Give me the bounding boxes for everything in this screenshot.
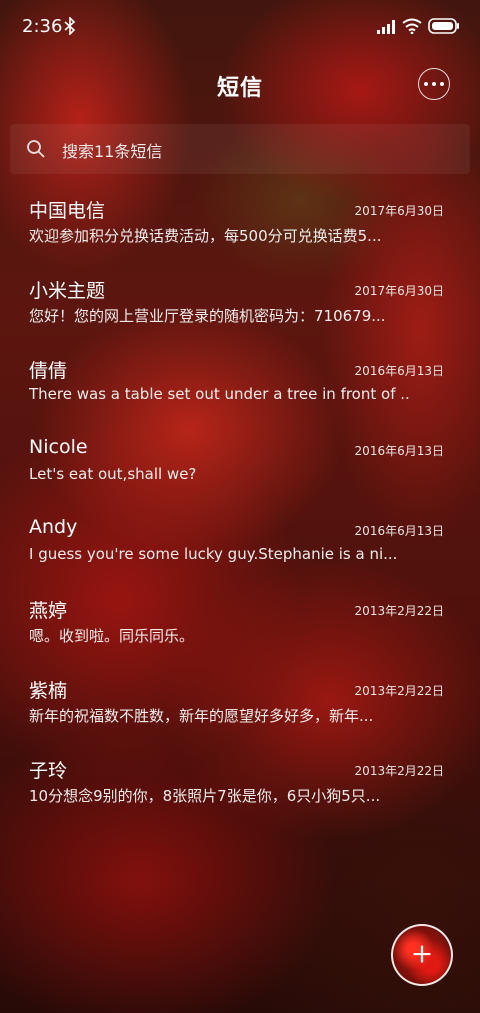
contact-name: 子玲 <box>29 760 68 782</box>
message-preview: 您好！您的网上营业厅登录的随机密码为：710679... <box>29 307 386 325</box>
search-bar[interactable]: 搜索11条短信 <box>10 124 470 174</box>
search-icon <box>27 140 45 158</box>
message-preview: I guess you're some lucky guy.Stephanie … <box>29 545 398 563</box>
message-date: 2013年2月22日 <box>354 684 444 698</box>
page-title: 短信 <box>216 76 263 101</box>
message-preview: There was a table set out under a tree i… <box>29 385 409 403</box>
message-date: 2013年2月22日 <box>354 604 444 618</box>
message-date: 2013年2月22日 <box>354 764 444 778</box>
conversation-item[interactable]: 子玲 2013年2月22日 10分想念9别的你，8张照片7张是你，6只小狗5只.… <box>0 746 480 826</box>
compose-icon <box>413 945 431 963</box>
conversation-item[interactable]: Andy 2016年6月13日 I guess you're some luck… <box>0 506 480 586</box>
bluetooth-icon <box>64 17 76 35</box>
more-options-button[interactable] <box>418 68 450 100</box>
conversation-item[interactable]: 中国电信 2017年6月30日 欢迎参加积分兑换话费活动，每500分可兑换话费5… <box>0 186 480 266</box>
message-preview: 10分想念9别的你，8张照片7张是你，6只小狗5只... <box>29 787 381 805</box>
compose-button[interactable] <box>391 924 453 986</box>
message-date: 2017年6月30日 <box>354 204 444 218</box>
more-icon <box>424 82 428 86</box>
message-date: 2016年6月13日 <box>354 524 444 538</box>
contact-name: 中国电信 <box>29 200 106 222</box>
search-placeholder: 搜索11条短信 <box>62 142 163 161</box>
battery-icon <box>428 18 459 34</box>
wifi-icon <box>402 18 422 34</box>
message-preview: 嗯。收到啦。同乐同乐。 <box>29 627 195 645</box>
conversation-item[interactable]: 倩倩 2016年6月13日 There was a table set out … <box>0 346 480 426</box>
signal-icon <box>377 20 395 34</box>
contact-name: 紫楠 <box>29 680 68 702</box>
conversation-item[interactable]: 紫楠 2013年2月22日 新年的祝福数不胜数，新年的愿望好多好多，新年... <box>0 666 480 746</box>
contact-name: 燕婷 <box>29 600 68 622</box>
contact-name: 小米主题 <box>29 280 106 302</box>
conversation-item[interactable]: 小米主题 2017年6月30日 您好！您的网上营业厅登录的随机密码为：71067… <box>0 266 480 346</box>
contact-name: 倩倩 <box>29 360 68 382</box>
status-bar: 2:36 <box>0 0 480 52</box>
message-preview: 欢迎参加积分兑换话费活动，每500分可兑换话费5... <box>29 227 382 245</box>
message-date: 2016年6月13日 <box>354 444 444 458</box>
contact-name: Nicole <box>29 436 88 458</box>
app-header: 短信 <box>0 60 480 108</box>
message-preview: 新年的祝福数不胜数，新年的愿望好多好多，新年... <box>29 707 374 725</box>
message-preview: Let's eat out,shall we? <box>29 465 197 483</box>
message-date: 2017年6月30日 <box>354 284 444 298</box>
more-icon <box>440 82 444 86</box>
contact-name: Andy <box>29 516 78 538</box>
conversation-item[interactable]: Nicole 2016年6月13日 Let's eat out,shall we… <box>0 426 480 506</box>
more-icon <box>432 82 436 86</box>
message-date: 2016年6月13日 <box>354 364 444 378</box>
status-time: 2:36 <box>22 16 63 37</box>
conversation-item[interactable]: 燕婷 2013年2月22日 嗯。收到啦。同乐同乐。 <box>0 586 480 666</box>
